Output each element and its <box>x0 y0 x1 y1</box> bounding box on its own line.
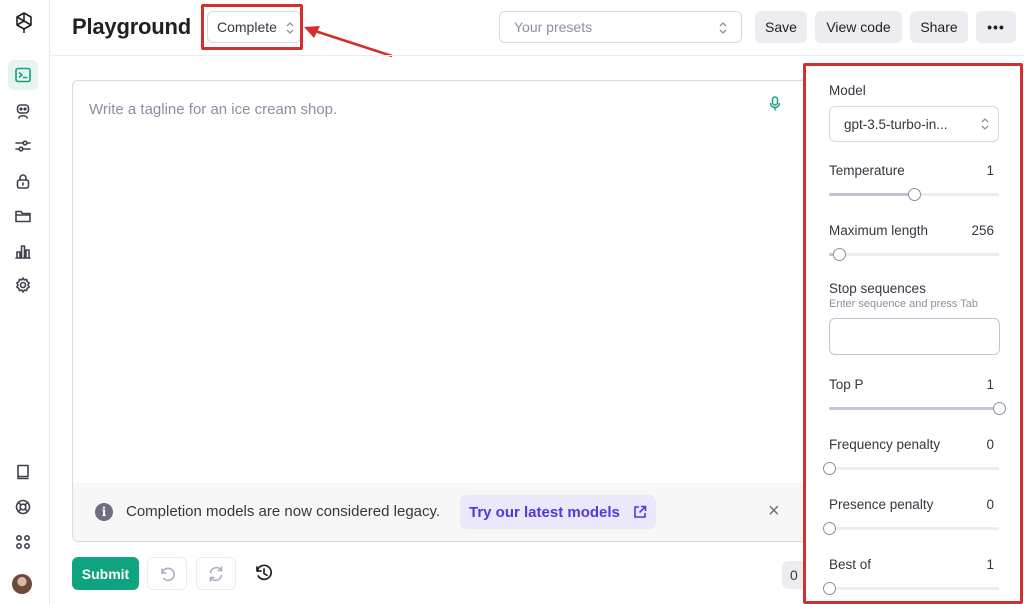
prompt-editor[interactable]: Write a tagline for an ice cream shop. i… <box>72 80 812 542</box>
annotation-arrow-icon <box>304 26 393 58</box>
history-icon[interactable] <box>254 563 274 583</box>
sidebar-item-playground[interactable] <box>8 60 38 90</box>
external-link-icon <box>633 505 647 519</box>
mode-select[interactable]: Complete <box>207 11 301 43</box>
sidebar-item-settings[interactable] <box>8 270 38 300</box>
presence-penalty-value[interactable]: 0 <box>986 497 994 512</box>
sidebar-item-help[interactable] <box>8 492 38 522</box>
slider-thumb[interactable] <box>823 582 836 595</box>
temperature-value[interactable]: 1 <box>986 163 994 178</box>
top-p-label: Top P <box>829 377 864 392</box>
legacy-banner-text: Completion models are now considered leg… <box>126 503 441 520</box>
submit-button[interactable]: Submit <box>72 557 139 590</box>
microphone-icon[interactable] <box>769 96 781 112</box>
presets-placeholder: Your presets <box>514 19 593 35</box>
share-button[interactable]: Share <box>910 11 968 43</box>
top-p-value[interactable]: 1 <box>986 377 994 392</box>
undo-button[interactable] <box>147 557 187 590</box>
lifebuoy-icon <box>15 499 31 515</box>
max-length-value[interactable]: 256 <box>971 223 994 238</box>
view-code-button[interactable]: View code <box>815 11 902 43</box>
avatar[interactable] <box>12 574 32 594</box>
frequency-penalty-slider[interactable] <box>823 461 999 475</box>
max-length-label: Maximum length <box>829 223 929 238</box>
frequency-penalty-value[interactable]: 0 <box>986 437 994 452</box>
model-select[interactable]: gpt-3.5-turbo-in... <box>829 106 999 142</box>
sidebar-item-apps[interactable] <box>8 527 38 557</box>
presence-penalty-slider[interactable] <box>823 521 999 535</box>
stop-sequences-hint: Enter sequence and press Tab <box>829 298 979 310</box>
openai-logo-icon[interactable] <box>11 10 37 36</box>
slider-thumb[interactable] <box>823 462 836 475</box>
model-select-value: gpt-3.5-turbo-in... <box>844 116 948 132</box>
grid-icon <box>15 534 31 550</box>
sliders-icon <box>15 140 31 152</box>
refresh-icon <box>209 565 223 582</box>
slider-thumb[interactable] <box>908 188 921 201</box>
info-icon: i <box>95 503 113 521</box>
sidebar-item-assistants[interactable] <box>8 96 38 126</box>
stop-sequences-label: Stop sequences <box>829 281 926 296</box>
gear-icon <box>16 277 30 293</box>
settings-panel: Model gpt-3.5-turbo-in... Temperature 1 … <box>803 63 1023 604</box>
stop-sequences-input[interactable] <box>829 318 1000 355</box>
bar-chart-icon <box>15 245 31 259</box>
more-options-button[interactable]: ••• <box>976 11 1016 43</box>
sidebar-item-docs[interactable] <box>8 457 38 487</box>
model-label: Model <box>829 83 866 98</box>
best-of-value[interactable]: 1 <box>986 557 994 572</box>
frequency-penalty-label: Frequency penalty <box>829 437 941 452</box>
chevron-updown-icon <box>981 118 989 130</box>
playground-app: Playground Complete Your presets Save Vi… <box>0 0 1024 604</box>
lock-icon <box>16 174 30 189</box>
presence-penalty-label: Presence penalty <box>829 497 934 512</box>
latest-models-link[interactable]: Try our latest models <box>460 495 656 529</box>
slider-thumb[interactable] <box>823 522 836 535</box>
best-of-label: Best of <box>829 557 872 572</box>
close-banner-button[interactable]: × <box>768 500 780 523</box>
folder-icon <box>15 210 31 223</box>
page-title: Playground <box>72 14 192 39</box>
header-divider <box>50 55 1024 56</box>
book-icon <box>17 464 29 480</box>
terminal-icon <box>15 67 31 83</box>
top-p-slider[interactable] <box>829 401 1006 415</box>
sidebar-item-fine-tuning[interactable] <box>8 131 38 161</box>
temperature-label: Temperature <box>829 163 905 178</box>
robot-icon <box>16 104 30 119</box>
mode-select-value: Complete <box>217 19 277 35</box>
legacy-banner: i Completion models are now considered l… <box>73 483 811 541</box>
sidebar-item-files[interactable] <box>8 201 38 231</box>
chevron-updown-icon <box>286 21 294 34</box>
presets-select[interactable]: Your presets <box>499 11 742 43</box>
undo-icon <box>161 567 175 581</box>
chevron-updown-icon <box>719 21 727 34</box>
sidebar-item-api-keys[interactable] <box>8 166 38 196</box>
best-of-slider[interactable] <box>823 581 999 595</box>
sidebar-item-usage[interactable] <box>8 236 38 266</box>
sidebar <box>0 0 50 604</box>
max-length-slider[interactable] <box>829 247 999 261</box>
latest-models-link-label: Try our latest models <box>469 503 620 521</box>
slider-thumb[interactable] <box>833 248 847 261</box>
slider-thumb[interactable] <box>993 402 1006 415</box>
save-button[interactable]: Save <box>755 11 807 43</box>
prompt-placeholder: Write a tagline for an ice cream shop. <box>89 101 338 118</box>
regenerate-button[interactable] <box>196 557 236 590</box>
temperature-slider[interactable] <box>829 187 999 201</box>
